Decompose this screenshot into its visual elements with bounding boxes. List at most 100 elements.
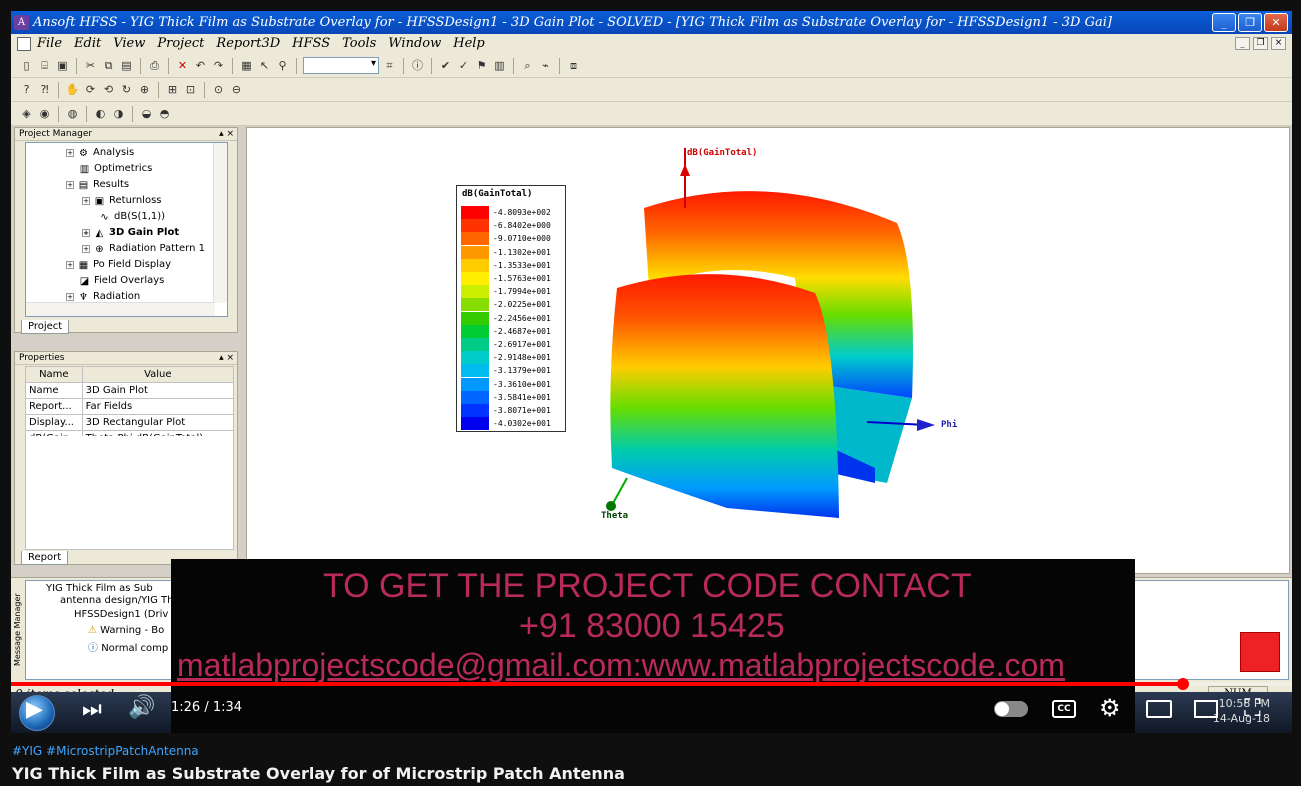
- message-warning[interactable]: ⚠ Warning - Bo: [88, 625, 164, 636]
- project-tree[interactable]: + ⚙ Analysis ▥ Optimetrics + ▤ Results + ▣ Returnl…: [25, 142, 228, 317]
- tree-item[interactable]: + ▦ Po Field Display: [66, 257, 171, 273]
- menu-report3d[interactable]: Report3D: [216, 34, 280, 54]
- properties-table[interactable]: Name Value Name 3D Gain Plot Report... Far …: [25, 366, 235, 447]
- validate-icon[interactable]: ✔: [438, 58, 453, 73]
- expand-toggle-icon[interactable]: +: [66, 149, 74, 157]
- tree-item[interactable]: ▥ Optimetrics: [78, 161, 153, 177]
- theater-mode-icon[interactable]: [1194, 700, 1218, 718]
- render-icon[interactable]: ◒: [139, 106, 154, 121]
- menu-view[interactable]: View: [113, 34, 145, 54]
- tree-item[interactable]: + ▤ Results: [66, 177, 129, 193]
- field-icon[interactable]: ⌕: [520, 58, 535, 73]
- pan-icon[interactable]: ✋: [65, 82, 80, 97]
- message-design[interactable]: HFSSDesign1 (Driv: [74, 609, 168, 620]
- tree-item[interactable]: + ⚙ Analysis: [66, 145, 134, 161]
- expand-toggle-icon[interactable]: +: [66, 293, 74, 301]
- fit-selection-icon[interactable]: ⊡: [183, 82, 198, 97]
- menu-hfss[interactable]: HFSS: [292, 34, 330, 54]
- property-row[interactable]: Display... 3D Rectangular Plot: [25, 414, 235, 431]
- print-icon[interactable]: ⎙: [147, 58, 162, 73]
- tree-item[interactable]: ∿ dB(S(1,1)): [98, 209, 165, 225]
- tree-item[interactable]: + ◭ 3D Gain Plot: [82, 225, 179, 241]
- menu-window[interactable]: Window: [388, 34, 441, 54]
- open-folder-icon[interactable]: ⌸: [37, 58, 52, 73]
- video-frame[interactable]: A Ansoft HFSS - YIG Thick Film as Substr…: [11, 11, 1292, 733]
- fullscreen-icon[interactable]: ⛶: [1244, 694, 1261, 722]
- copy-icon[interactable]: ⧉: [101, 58, 116, 73]
- save-icon[interactable]: ▣: [55, 58, 70, 73]
- menu-help[interactable]: Help: [453, 34, 485, 54]
- mesh-icon[interactable]: ◉: [37, 106, 52, 121]
- tree-item[interactable]: + ⊕ Radiation Pattern 1: [82, 241, 205, 257]
- progress-bar[interactable]: [11, 678, 1292, 690]
- promo-contact-link[interactable]: matlabprojectscode@gmail.com:www.matlabp…: [177, 647, 1065, 684]
- expand-toggle-icon[interactable]: +: [66, 261, 74, 269]
- model-icon[interactable]: ◈: [19, 106, 34, 121]
- redo-icon[interactable]: ↷: [211, 58, 226, 73]
- rotate-icon[interactable]: ⟳: [83, 82, 98, 97]
- paste-icon[interactable]: ▤: [119, 58, 134, 73]
- rotate-y-icon[interactable]: ↻: [119, 82, 134, 97]
- volume-icon[interactable]: 🔊: [128, 695, 155, 720]
- menu-tools[interactable]: Tools: [342, 34, 376, 54]
- zoom-out-icon[interactable]: ⊖: [229, 82, 244, 97]
- fit-all-icon[interactable]: ⊞: [165, 82, 180, 97]
- settings-gear-icon[interactable]: ⚙: [1099, 694, 1121, 722]
- menu-project[interactable]: Project: [157, 34, 204, 54]
- delete-icon[interactable]: ✕: [175, 58, 190, 73]
- autoplay-toggle[interactable]: [994, 701, 1028, 717]
- mode-icon[interactable]: ⌗: [382, 58, 397, 73]
- message-project[interactable]: YIG Thick Film as Sub: [46, 583, 153, 594]
- tab-report[interactable]: Report: [21, 551, 69, 565]
- shade-icon[interactable]: ◐: [93, 106, 108, 121]
- analyze-icon[interactable]: ✓: [456, 58, 471, 73]
- menu-edit[interactable]: Edit: [74, 34, 101, 54]
- panel-close-icon[interactable]: ▴ ×: [219, 128, 234, 140]
- menu-file[interactable]: File: [37, 34, 62, 54]
- video-hashtags[interactable]: #YIG #MicrostripPatchAntenna: [12, 744, 199, 758]
- minimize-button[interactable]: _: [1212, 13, 1236, 32]
- tree-item[interactable]: ◪ Field Overlays: [78, 273, 165, 289]
- mdi-restore-button[interactable]: ❐: [1253, 37, 1268, 50]
- close-button[interactable]: ✕: [1264, 13, 1288, 32]
- zoom-icon[interactable]: ⊕: [137, 82, 152, 97]
- tab-project[interactable]: Project: [21, 320, 70, 334]
- 3d-plot-view[interactable]: dB(GainTotal) -4.8093e+002 -6.8402e+000 -9…: [246, 127, 1290, 574]
- window-icon[interactable]: ⧈: [566, 58, 581, 73]
- whats-this-icon[interactable]: ⁈: [37, 82, 52, 97]
- solve-icon[interactable]: ⚑: [474, 58, 489, 73]
- mdi-close-button[interactable]: ×: [1271, 37, 1286, 50]
- select-mode-icon[interactable]: ▦: [239, 58, 254, 73]
- mdi-document-icon[interactable]: [17, 37, 31, 51]
- property-row[interactable]: Name 3D Gain Plot: [25, 382, 235, 399]
- rotate-x-icon[interactable]: ⟲: [101, 82, 116, 97]
- progress-scrubber[interactable]: [1177, 678, 1190, 690]
- expand-toggle-icon[interactable]: +: [82, 229, 90, 237]
- help-icon[interactable]: ?: [19, 82, 34, 97]
- panel-close-icon[interactable]: ▴ ×: [219, 352, 234, 364]
- results-icon[interactable]: ▥: [492, 58, 507, 73]
- selection-dropdown[interactable]: [303, 57, 379, 74]
- tree-item[interactable]: + ▣ Returnloss: [82, 193, 162, 209]
- filter-icon[interactable]: ⚲: [275, 58, 290, 73]
- wire-icon[interactable]: ◑: [111, 106, 126, 121]
- render-alt-icon[interactable]: ◓: [157, 106, 172, 121]
- zoom-in-icon[interactable]: ⊙: [211, 82, 226, 97]
- chart-icon[interactable]: ⌁: [538, 58, 553, 73]
- tree-horizontal-scrollbar[interactable]: [26, 302, 215, 316]
- arrow-icon[interactable]: ↖: [257, 58, 272, 73]
- undo-icon[interactable]: ↶: [193, 58, 208, 73]
- next-icon[interactable]: ⏭: [82, 697, 102, 722]
- maximize-button[interactable]: ❐: [1238, 13, 1262, 32]
- expand-toggle-icon[interactable]: +: [82, 197, 90, 205]
- mdi-minimize-button[interactable]: _: [1235, 37, 1250, 50]
- tree-vertical-scrollbar[interactable]: [213, 143, 227, 303]
- play-icon[interactable]: ▶: [26, 697, 43, 722]
- expand-toggle-icon[interactable]: +: [82, 245, 90, 253]
- expand-toggle-icon[interactable]: +: [66, 181, 74, 189]
- miniplayer-icon[interactable]: [1146, 700, 1172, 718]
- message-info[interactable]: ⓘ Normal comp: [88, 639, 168, 654]
- cut-icon[interactable]: ✂: [83, 58, 98, 73]
- captions-button[interactable]: CC: [1052, 700, 1076, 718]
- new-file-icon[interactable]: ▯: [19, 58, 34, 73]
